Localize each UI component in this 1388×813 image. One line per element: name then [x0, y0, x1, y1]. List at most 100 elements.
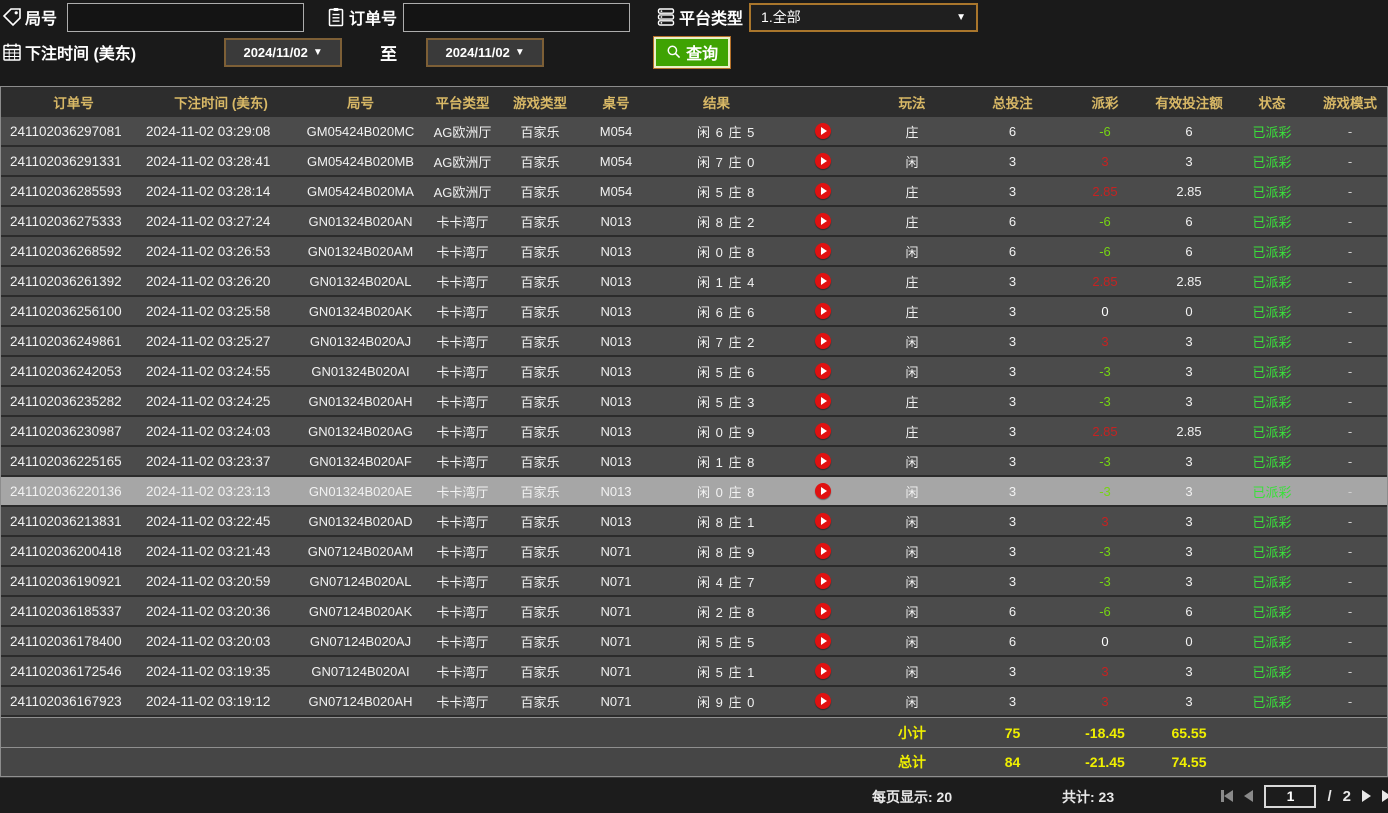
cell-play-type: 闲	[905, 484, 919, 500]
play-video-icon[interactable]	[815, 243, 831, 259]
table-row[interactable]: 241102036220136 2024-11-02 03:23:13 GN01…	[1, 477, 1387, 507]
cell-platform: 卡卡湾厅	[436, 574, 489, 590]
table-row[interactable]: 241102036249861 2024-11-02 03:25:27 GN01…	[1, 327, 1387, 357]
cell-payout: -6	[1099, 603, 1111, 619]
cell-order-number: 241102036275333	[10, 213, 122, 229]
last-page-button[interactable]	[1382, 790, 1388, 802]
table-row[interactable]: 241102036291331 2024-11-02 03:28:41 GM05…	[1, 147, 1387, 177]
table-row[interactable]: 241102036235282 2024-11-02 03:24:25 GN01…	[1, 387, 1387, 417]
play-video-icon[interactable]	[815, 213, 831, 229]
cell-result: 闲 5 庄 6	[652, 362, 862, 381]
cell-payout: -3	[1099, 393, 1111, 409]
cell-table-number: M054	[599, 153, 633, 169]
cell-valid-bet: 0	[1185, 303, 1193, 319]
cell-game-type: 百家乐	[520, 544, 560, 560]
table-row[interactable]: 241102036190921 2024-11-02 03:20:59 GN07…	[1, 567, 1387, 597]
table-row[interactable]: 241102036230987 2024-11-02 03:24:03 GN01…	[1, 417, 1387, 447]
table-row[interactable]: 241102036172546 2024-11-02 03:19:35 GN07…	[1, 657, 1387, 687]
play-video-icon[interactable]	[815, 123, 831, 139]
cell-payout: 3	[1101, 513, 1109, 529]
table-row[interactable]: 241102036213831 2024-11-02 03:22:45 GN01…	[1, 507, 1387, 537]
table-row[interactable]: 241102036242053 2024-11-02 03:24:55 GN01…	[1, 357, 1387, 387]
date-from-picker[interactable]: 2024/11/02 ▼	[224, 37, 343, 67]
cell-game-mode: -	[1347, 273, 1353, 289]
cell-result: 闲 0 庄 9	[652, 422, 862, 441]
cell-bet-time: 2024-11-02 03:25:58	[146, 303, 271, 319]
cell-result: 闲 8 庄 2	[652, 212, 862, 231]
platform-type-select[interactable]: 1.全部 ▼	[749, 2, 979, 32]
table-row[interactable]: 241102036297081 2024-11-02 03:29:08 GM05…	[1, 117, 1387, 147]
table-row[interactable]: 241102036167923 2024-11-02 03:19:12 GN07…	[1, 687, 1387, 717]
play-video-icon[interactable]	[815, 303, 831, 319]
cell-order-number: 241102036185337	[10, 603, 122, 619]
cell-round-number: GN01324B020AF	[309, 453, 412, 469]
table-row[interactable]: 241102036261392 2024-11-02 03:26:20 GN01…	[1, 267, 1387, 297]
round-number-label: 局号	[25, 11, 58, 28]
cell-play-type: 闲	[905, 334, 919, 350]
table-row[interactable]: 241102036178400 2024-11-02 03:20:03 GN07…	[1, 627, 1387, 657]
next-page-button[interactable]	[1362, 790, 1371, 802]
prev-page-button[interactable]	[1244, 790, 1254, 802]
table-row[interactable]: 241102036200418 2024-11-02 03:21:43 GN07…	[1, 537, 1387, 567]
cell-platform: 卡卡湾厅	[436, 394, 489, 410]
cell-order-number: 241102036285593	[10, 183, 122, 199]
play-video-icon[interactable]	[815, 573, 831, 589]
play-video-icon[interactable]	[815, 183, 831, 199]
cell-status: 已派彩	[1252, 604, 1292, 620]
cell-result: 闲 5 庄 5	[652, 632, 862, 651]
cell-bet-time: 2024-11-02 03:20:03	[146, 633, 271, 649]
platform-type-label: 平台类型	[679, 11, 744, 28]
cell-play-type: 闲	[905, 634, 919, 650]
cell-valid-bet: 3	[1185, 153, 1193, 169]
play-video-icon[interactable]	[815, 513, 831, 529]
cell-table-number: N013	[600, 243, 632, 259]
table-row[interactable]: 241102036275333 2024-11-02 03:27:24 GN01…	[1, 207, 1387, 237]
play-video-icon[interactable]	[815, 693, 831, 709]
cell-table-number: N071	[600, 663, 632, 679]
table-row[interactable]: 241102036185337 2024-11-02 03:20:36 GN07…	[1, 597, 1387, 627]
query-button[interactable]: 查询	[654, 36, 731, 68]
play-video-icon[interactable]	[815, 603, 831, 619]
cell-payout: 0	[1101, 633, 1109, 649]
cell-bet-time: 2024-11-02 03:23:37	[146, 453, 271, 469]
play-video-icon[interactable]	[815, 453, 831, 469]
cell-game-mode: -	[1347, 603, 1353, 619]
cell-order-number: 241102036220136	[10, 483, 122, 499]
play-video-icon[interactable]	[815, 423, 831, 439]
round-number-input[interactable]	[67, 2, 305, 32]
play-video-icon[interactable]	[815, 543, 831, 559]
cell-game-mode: -	[1347, 423, 1353, 439]
play-video-icon[interactable]	[815, 663, 831, 679]
cell-result: 闲 2 庄 8	[652, 602, 862, 621]
play-video-icon[interactable]	[815, 273, 831, 289]
cell-platform: 卡卡湾厅	[436, 454, 489, 470]
play-video-icon[interactable]	[815, 363, 831, 379]
table-row[interactable]: 241102036268592 2024-11-02 03:26:53 GN01…	[1, 237, 1387, 267]
play-video-icon[interactable]	[815, 153, 831, 169]
calendar-icon	[2, 42, 22, 62]
page-number-input[interactable]	[1264, 784, 1317, 808]
play-video-icon[interactable]	[815, 333, 831, 349]
play-video-icon[interactable]	[815, 393, 831, 409]
cell-valid-bet: 6	[1185, 603, 1193, 619]
table-row[interactable]: 241102036285593 2024-11-02 03:28:14 GM05…	[1, 177, 1387, 207]
cell-order-number: 241102036167923	[10, 693, 122, 709]
order-number-input[interactable]	[403, 2, 631, 32]
cell-game-type: 百家乐	[520, 364, 560, 380]
cell-order-number: 241102036178400	[10, 633, 122, 649]
table-row[interactable]: 241102036225165 2024-11-02 03:23:37 GN01…	[1, 447, 1387, 477]
cell-valid-bet: 2.85	[1176, 423, 1202, 439]
first-page-button[interactable]	[1221, 790, 1234, 802]
cell-game-type: 百家乐	[520, 664, 560, 680]
date-to-picker[interactable]: 2024/11/02 ▼	[426, 37, 545, 67]
table-row[interactable]: 241102036256100 2024-11-02 03:25:58 GN01…	[1, 297, 1387, 327]
play-video-icon[interactable]	[815, 483, 831, 499]
play-video-icon[interactable]	[815, 633, 831, 649]
cell-table-number: N013	[600, 273, 632, 289]
table-footer: 每页显示: 20 共计: 23 / 2	[0, 777, 1388, 813]
cell-status: 已派彩	[1252, 274, 1292, 290]
cell-payout: 3	[1101, 663, 1109, 679]
cell-game-mode: -	[1347, 363, 1353, 379]
cell-platform: 卡卡湾厅	[436, 304, 489, 320]
cell-order-number: 241102036242053	[10, 363, 122, 379]
